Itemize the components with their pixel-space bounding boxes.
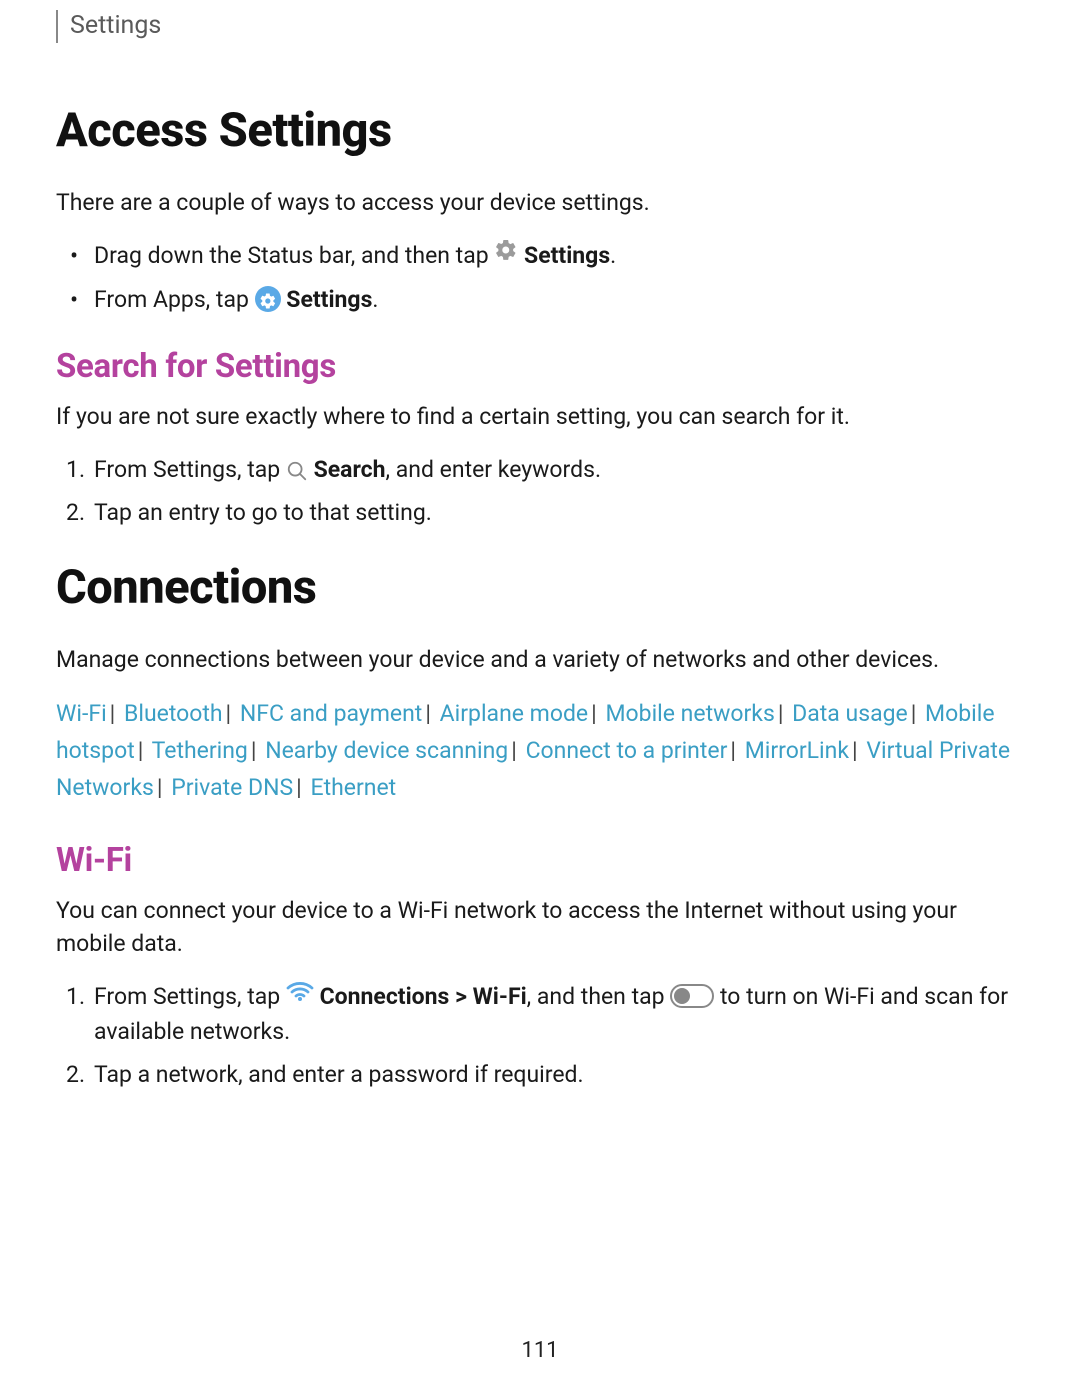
text: , and enter keywords. (386, 456, 602, 483)
access-settings-list: Drag down the Status bar, and then tap S… (56, 239, 1024, 317)
separator: | (852, 737, 858, 764)
text: From Apps, tap (94, 286, 255, 313)
list-item: From Apps, tap Settings. (56, 283, 1024, 316)
breadcrumb-text: Settings (70, 11, 161, 40)
connections-intro: Manage connections between your device a… (56, 643, 1024, 676)
heading-connections: Connections (56, 560, 1024, 615)
list-item: Tap an entry to go to that setting. (56, 496, 1024, 529)
wifi-intro: You can connect your device to a Wi-Fi n… (56, 894, 1024, 961)
wifi-label: Wi-Fi (473, 983, 527, 1010)
text: Drag down the Status bar, and then tap (94, 242, 494, 269)
text: From Settings, tap (94, 983, 286, 1010)
list-item: From Settings, tap Search, and enter key… (56, 453, 1024, 486)
search-settings-steps: From Settings, tap Search, and enter key… (56, 453, 1024, 530)
link-data-usage[interactable]: Data usage (792, 700, 908, 727)
caret: > (449, 983, 472, 1010)
page-number: 111 (0, 1338, 1080, 1363)
wifi-icon (286, 979, 314, 1012)
link-printer[interactable]: Connect to a printer (526, 737, 728, 764)
separator: | (730, 737, 736, 764)
link-airplane[interactable]: Airplane mode (440, 700, 588, 727)
search-icon (286, 458, 308, 480)
text: . (372, 286, 378, 313)
link-mirrorlink[interactable]: MirrorLink (745, 737, 849, 764)
link-private-dns[interactable]: Private DNS (171, 774, 293, 801)
text: . (610, 242, 616, 269)
search-label: Search (314, 456, 386, 483)
separator: | (511, 737, 517, 764)
access-settings-intro: There are a couple of ways to access you… (56, 186, 1024, 219)
text: , and then tap (527, 983, 671, 1010)
settings-label: Settings (524, 242, 610, 269)
list-item: Tap a network, and enter a password if r… (56, 1058, 1024, 1091)
link-wifi[interactable]: Wi-Fi (56, 700, 107, 727)
separator: | (157, 774, 163, 801)
link-bluetooth[interactable]: Bluetooth (124, 700, 223, 727)
connections-label: Connections (320, 983, 450, 1010)
separator: | (138, 737, 144, 764)
link-nfc[interactable]: NFC and payment (240, 700, 422, 727)
heading-search-for-settings: Search for Settings (56, 347, 1024, 386)
connections-links: Wi-Fi| Bluetooth| NFC and payment| Airpl… (56, 696, 1024, 806)
text: From Settings, tap (94, 456, 286, 483)
separator: | (911, 700, 917, 727)
search-settings-intro: If you are not sure exactly where to fin… (56, 400, 1024, 433)
wifi-steps: From Settings, tap Connections > Wi-Fi, … (56, 980, 1024, 1091)
separator: | (226, 700, 232, 727)
separator: | (425, 700, 431, 727)
separator: | (778, 700, 784, 727)
separator: | (110, 700, 116, 727)
heading-access-settings: Access Settings (56, 103, 1024, 158)
settings-label: Settings (286, 286, 372, 313)
heading-wifi: Wi-Fi (56, 841, 1024, 880)
link-nearby-scanning[interactable]: Nearby device scanning (265, 737, 508, 764)
separator: | (591, 700, 597, 727)
settings-app-icon (255, 286, 281, 312)
list-item: From Settings, tap Connections > Wi-Fi, … (56, 980, 1024, 1048)
list-item: Drag down the Status bar, and then tap S… (56, 239, 1024, 274)
gear-icon (494, 238, 518, 271)
link-ethernet[interactable]: Ethernet (311, 774, 397, 801)
link-mobile-networks[interactable]: Mobile networks (605, 700, 774, 727)
toggle-off-icon (670, 984, 714, 1008)
separator: | (251, 737, 257, 764)
link-tethering[interactable]: Tethering (152, 737, 248, 764)
separator: | (296, 774, 302, 801)
breadcrumb: Settings (56, 10, 1024, 43)
